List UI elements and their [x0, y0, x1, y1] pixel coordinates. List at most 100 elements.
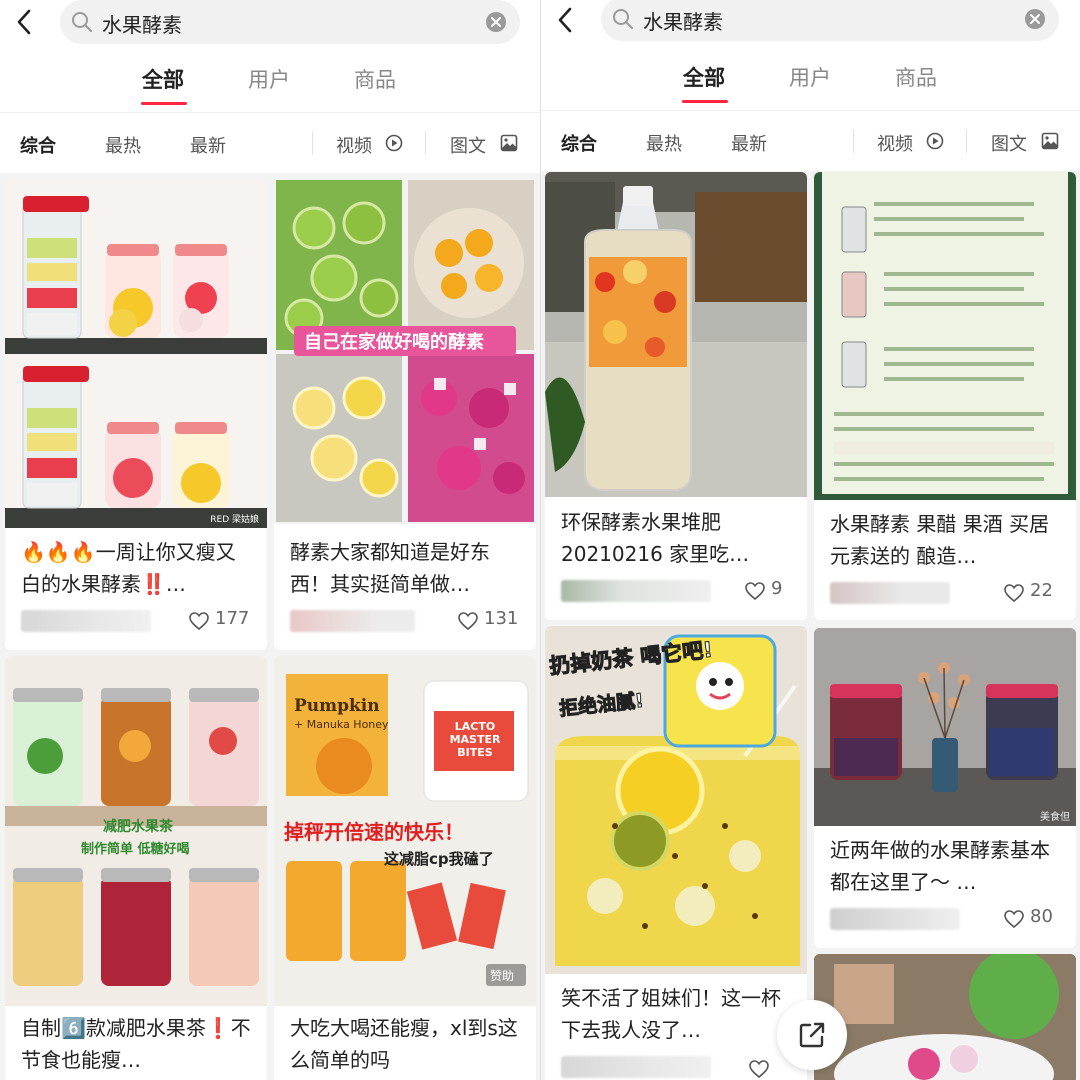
clear-icon[interactable]	[1025, 9, 1045, 29]
right-screen: 水果酵素 全部 用户 商品 综合 最热 最新 视频 图文 环保酵素水果堆肥202…	[540, 0, 1080, 1080]
note-cover-image[interactable]: 减肥水果茶 制作简单 低糖好喝	[5, 656, 267, 1006]
divider	[312, 131, 313, 155]
author-name-blurred[interactable]	[290, 610, 415, 632]
note-card[interactable]: 水果酵素 果醋 果酒 买居元素送的 酿造… 22	[814, 172, 1076, 620]
note-footer	[561, 1052, 795, 1080]
screenshot-composite: 水果酵素 全部 用户 商品 综合 最热 最新 视频 图文 RED 梁姑娘 🔥🔥🔥…	[0, 0, 1080, 1080]
tab-all[interactable]: 全部	[142, 64, 184, 94]
main-tabs: 全部 用户 商品	[541, 56, 1080, 106]
search-input[interactable]: 水果酵素	[643, 6, 723, 35]
sort-comprehensive[interactable]: 综合	[20, 132, 56, 158]
note-cover-image[interactable]	[814, 172, 1076, 500]
back-arrow-icon[interactable]	[555, 6, 575, 34]
like-button[interactable]: 9	[745, 578, 795, 602]
note-footer: 177	[21, 606, 255, 634]
note-cover-image[interactable]: 美食但	[814, 628, 1076, 826]
note-title[interactable]: 自制6️⃣款减肥水果茶❗不节食也能瘦…	[21, 1012, 255, 1076]
tab-products[interactable]: 商品	[895, 62, 937, 92]
image-watermark: 美食但	[1040, 812, 1070, 823]
note-card[interactable]: 美食但 近两年做的水果酵素基本都在这里了～ … 80	[814, 628, 1076, 948]
note-cover-image[interactable]: 扔掉奶茶 喝它吧! 拒绝油腻!	[545, 626, 807, 974]
back-arrow-icon[interactable]	[14, 8, 34, 36]
active-tab-indicator	[682, 100, 728, 103]
divider	[966, 129, 967, 153]
package-text: + Manuka Honey	[294, 718, 389, 731]
share-button[interactable]	[777, 1000, 847, 1070]
header: 水果酵素 全部 用户 商品	[0, 0, 540, 112]
active-tab-indicator	[141, 102, 187, 105]
heart-icon[interactable]	[749, 1060, 769, 1078]
note-cover-image[interactable]: RED 梁姑娘	[5, 178, 267, 528]
tab-users[interactable]: 用户	[248, 64, 290, 94]
note-title[interactable]: 🔥🔥🔥一周让你又瘦又白的水果酵素‼️…	[21, 536, 255, 600]
note-cover-image[interactable]	[814, 954, 1076, 1080]
heart-icon	[189, 612, 209, 630]
note-card[interactable]: 环保酵素水果堆肥20210216 家里吃… 9	[545, 172, 807, 620]
note-cover-image[interactable]	[545, 172, 807, 497]
note-card[interactable]: 扔掉奶茶 喝它吧! 拒绝油腻! 笑不活了姐妹们！这一杯下去我人没了…	[545, 626, 807, 1080]
header: 水果酵素 全部 用户 商品	[541, 0, 1080, 112]
note-footer: 9	[561, 576, 795, 604]
heart-icon	[458, 612, 478, 630]
heart-icon	[745, 582, 765, 600]
tab-all[interactable]: 全部	[683, 62, 725, 92]
like-count: 9	[771, 578, 783, 599]
author-name-blurred[interactable]	[830, 908, 960, 930]
filter-image-text[interactable]: 图文	[450, 132, 486, 158]
play-icon	[926, 132, 944, 150]
cover-subcaption: 制作简单 低糖好喝	[81, 842, 190, 857]
sort-comprehensive[interactable]: 综合	[561, 130, 597, 156]
divider	[425, 131, 426, 155]
search-bar[interactable]: 水果酵素	[60, 0, 520, 44]
note-cover-image[interactable]: Pumpkin + Manuka Honey LACTO MASTER BITE…	[274, 656, 536, 1006]
left-screen: 水果酵素 全部 用户 商品 综合 最热 最新 视频 图文 RED 梁姑娘 🔥🔥🔥…	[0, 0, 540, 1080]
filter-video[interactable]: 视频	[336, 132, 372, 158]
filter-image-text[interactable]: 图文	[991, 130, 1027, 156]
share-icon	[799, 1022, 825, 1048]
author-name-blurred[interactable]	[561, 1056, 711, 1078]
note-title[interactable]: 近两年做的水果酵素基本都在这里了～ …	[830, 834, 1064, 898]
note-title[interactable]: 酵素大家都知道是好东西！其实挺简单做…	[290, 536, 524, 600]
note-cover-image[interactable]: 自己在家做好喝的酵素	[274, 178, 536, 524]
cover-caption: 自己在家做好喝的酵素	[304, 332, 484, 353]
tab-products[interactable]: 商品	[354, 64, 396, 94]
sort-hottest[interactable]: 最热	[105, 132, 141, 158]
note-title[interactable]: 水果酵素 果醋 果酒 买居元素送的 酿造…	[830, 508, 1064, 572]
cover-caption: 减肥水果茶	[103, 819, 173, 835]
main-tabs: 全部 用户 商品	[0, 58, 540, 108]
sort-filter-bar: 综合 最热 最新 视频 图文	[0, 112, 540, 173]
note-footer: 131	[290, 606, 524, 634]
note-title[interactable]: 笑不活了姐妹们！这一杯下去我人没了…	[561, 982, 795, 1046]
author-name-blurred[interactable]	[561, 580, 711, 602]
sort-hottest[interactable]: 最热	[646, 130, 682, 156]
heart-icon	[1004, 584, 1024, 602]
image-watermark: RED 梁姑娘	[210, 515, 259, 525]
like-button[interactable]: 131	[458, 608, 524, 632]
cover-subcaption: 这减脂cp我磕了	[384, 850, 494, 868]
note-card[interactable]: 自己在家做好喝的酵素 酵素大家都知道是好东西！其实挺简单做… 131	[274, 178, 536, 650]
note-footer: 22	[830, 578, 1064, 606]
note-title[interactable]: 环保酵素水果堆肥20210216 家里吃…	[561, 506, 795, 570]
author-name-blurred[interactable]	[830, 582, 950, 604]
search-input[interactable]: 水果酵素	[102, 9, 182, 38]
cover-caption: 掉秤开倍速的快乐！	[284, 820, 464, 844]
filter-video[interactable]: 视频	[877, 130, 913, 156]
note-card[interactable]	[814, 954, 1076, 1080]
note-card[interactable]: Pumpkin + Manuka Honey LACTO MASTER BITE…	[274, 656, 536, 1080]
sort-newest[interactable]: 最新	[190, 132, 226, 158]
like-button[interactable]: 177	[189, 608, 255, 632]
tab-users[interactable]: 用户	[789, 62, 831, 92]
search-bar[interactable]: 水果酵素	[601, 0, 1059, 41]
author-name-blurred[interactable]	[21, 610, 151, 632]
sort-newest[interactable]: 最新	[731, 130, 767, 156]
note-title[interactable]: 大吃大喝还能瘦，xl到s这么简单的吗	[290, 1012, 524, 1076]
like-button[interactable]: 22	[1004, 580, 1064, 604]
like-button[interactable]: 80	[1004, 906, 1064, 930]
play-icon	[385, 134, 403, 152]
clear-icon[interactable]	[486, 12, 506, 32]
note-card[interactable]: RED 梁姑娘 🔥🔥🔥一周让你又瘦又白的水果酵素‼️… 177	[5, 178, 267, 650]
sponsored-badge: 赞助	[490, 969, 515, 983]
search-icon	[613, 9, 633, 29]
note-card[interactable]: 减肥水果茶 制作简单 低糖好喝 自制6️⃣款减肥水果茶❗不节食也能瘦…	[5, 656, 267, 1080]
package-text: LACTO MASTER BITES	[449, 720, 501, 759]
